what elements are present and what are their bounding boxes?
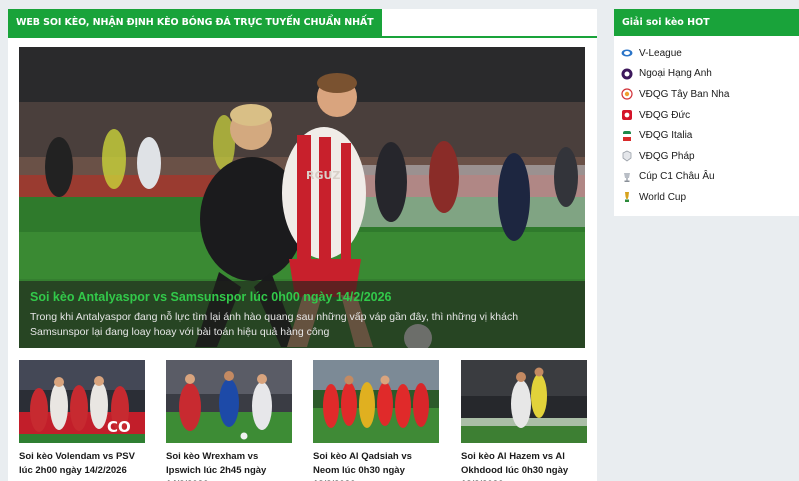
sidebar-hot-leagues: Giải soi kèo HOT V-League Ngoại Hạng Anh… <box>614 9 799 216</box>
hero-jersey-sponsor: RGUZ <box>306 169 340 182</box>
card-board-text: CO <box>107 418 131 436</box>
vleague-logo-icon <box>621 49 633 57</box>
section-title-underline <box>8 36 597 38</box>
league-label: Ngoại Hạng Anh <box>639 68 712 80</box>
league-item-laliga[interactable]: VĐQG Tây Ban Nha <box>614 84 799 105</box>
league-label: Cúp C1 Châu Âu <box>639 171 715 183</box>
featured-article-title[interactable]: Soi kèo Antalyaspor vs Samsunspor lúc 0h… <box>30 290 574 304</box>
premier-league-logo-icon <box>621 68 633 80</box>
bundesliga-logo-icon <box>622 110 632 121</box>
league-item-world-cup[interactable]: World Cup <box>614 187 799 208</box>
article-grid: CO Soi kèo Volendam vs PSV lúc 2h00 ngày… <box>19 360 587 481</box>
featured-article-caption: Soi kèo Antalyaspor vs Samsunspor lúc 0h… <box>19 281 585 348</box>
league-item-bundesliga[interactable]: VĐQG Đức <box>614 105 799 126</box>
league-label: VĐQG Đức <box>639 109 691 121</box>
league-item-ligue-1[interactable]: VĐQG Pháp <box>614 146 799 167</box>
league-item-champions-league[interactable]: Cúp C1 Châu Âu <box>614 167 799 188</box>
ligue-1-logo-icon <box>622 150 632 162</box>
article-card[interactable]: CO Soi kèo Volendam vs PSV lúc 2h00 ngày… <box>19 360 145 478</box>
featured-article-summary: Trong khi Antalyaspor đang nỗ lực tìm lạ… <box>30 311 519 338</box>
article-card-image <box>313 360 439 443</box>
article-card-title[interactable]: Soi kèo Al Hazem vs Al Okhdood lúc 0h30 … <box>461 450 587 481</box>
world-cup-logo-icon <box>625 192 629 203</box>
main-content: WEB SOI KÈO, NHẬN ĐỊNH KÈO BÓNG ĐÁ TRỰC … <box>8 9 597 481</box>
article-card[interactable]: Soi kèo Al Hazem vs Al Okhdood lúc 0h30 … <box>461 360 587 481</box>
league-label: VĐQG Pháp <box>639 150 695 162</box>
league-label: V-League <box>639 47 682 59</box>
article-card[interactable]: Soi kèo Wrexham vs Ipswich lúc 2h45 ngày… <box>166 360 292 481</box>
league-label: VĐQG Tây Ban Nha <box>639 88 730 100</box>
serie-a-logo-icon <box>623 130 631 141</box>
laliga-logo-icon <box>621 88 633 101</box>
champions-league-logo-icon <box>624 172 630 182</box>
sidebar-title: Giải soi kèo HOT <box>614 9 799 36</box>
article-card-title[interactable]: Soi kèo Wrexham vs Ipswich lúc 2h45 ngày… <box>166 450 292 481</box>
article-card-title[interactable]: Soi kèo Volendam vs PSV lúc 2h00 ngày 14… <box>19 450 145 478</box>
league-label: VĐQG Italia <box>639 130 693 142</box>
article-card-title[interactable]: Soi kèo Al Qadsiah vs Neom lúc 0h30 ngày… <box>313 450 439 481</box>
featured-article[interactable]: RGUZ Soi kèo Antalyaspor vs Samsunspor l… <box>19 47 585 348</box>
league-item-vleague[interactable]: V-League <box>614 43 799 64</box>
league-label: World Cup <box>639 191 687 203</box>
league-item-premier-league[interactable]: Ngoại Hạng Anh <box>614 64 799 85</box>
article-card-image <box>166 360 292 443</box>
article-card[interactable]: Soi kèo Al Qadsiah vs Neom lúc 0h30 ngày… <box>313 360 439 481</box>
article-card-image <box>461 360 587 443</box>
league-item-serie-a[interactable]: VĐQG Italia <box>614 125 799 146</box>
article-card-image: CO <box>19 360 145 443</box>
league-list: V-League Ngoại Hạng Anh VĐQG Tây Ban Nha… <box>614 36 799 208</box>
section-title: WEB SOI KÈO, NHẬN ĐỊNH KÈO BÓNG ĐÁ TRỰC … <box>8 9 382 36</box>
